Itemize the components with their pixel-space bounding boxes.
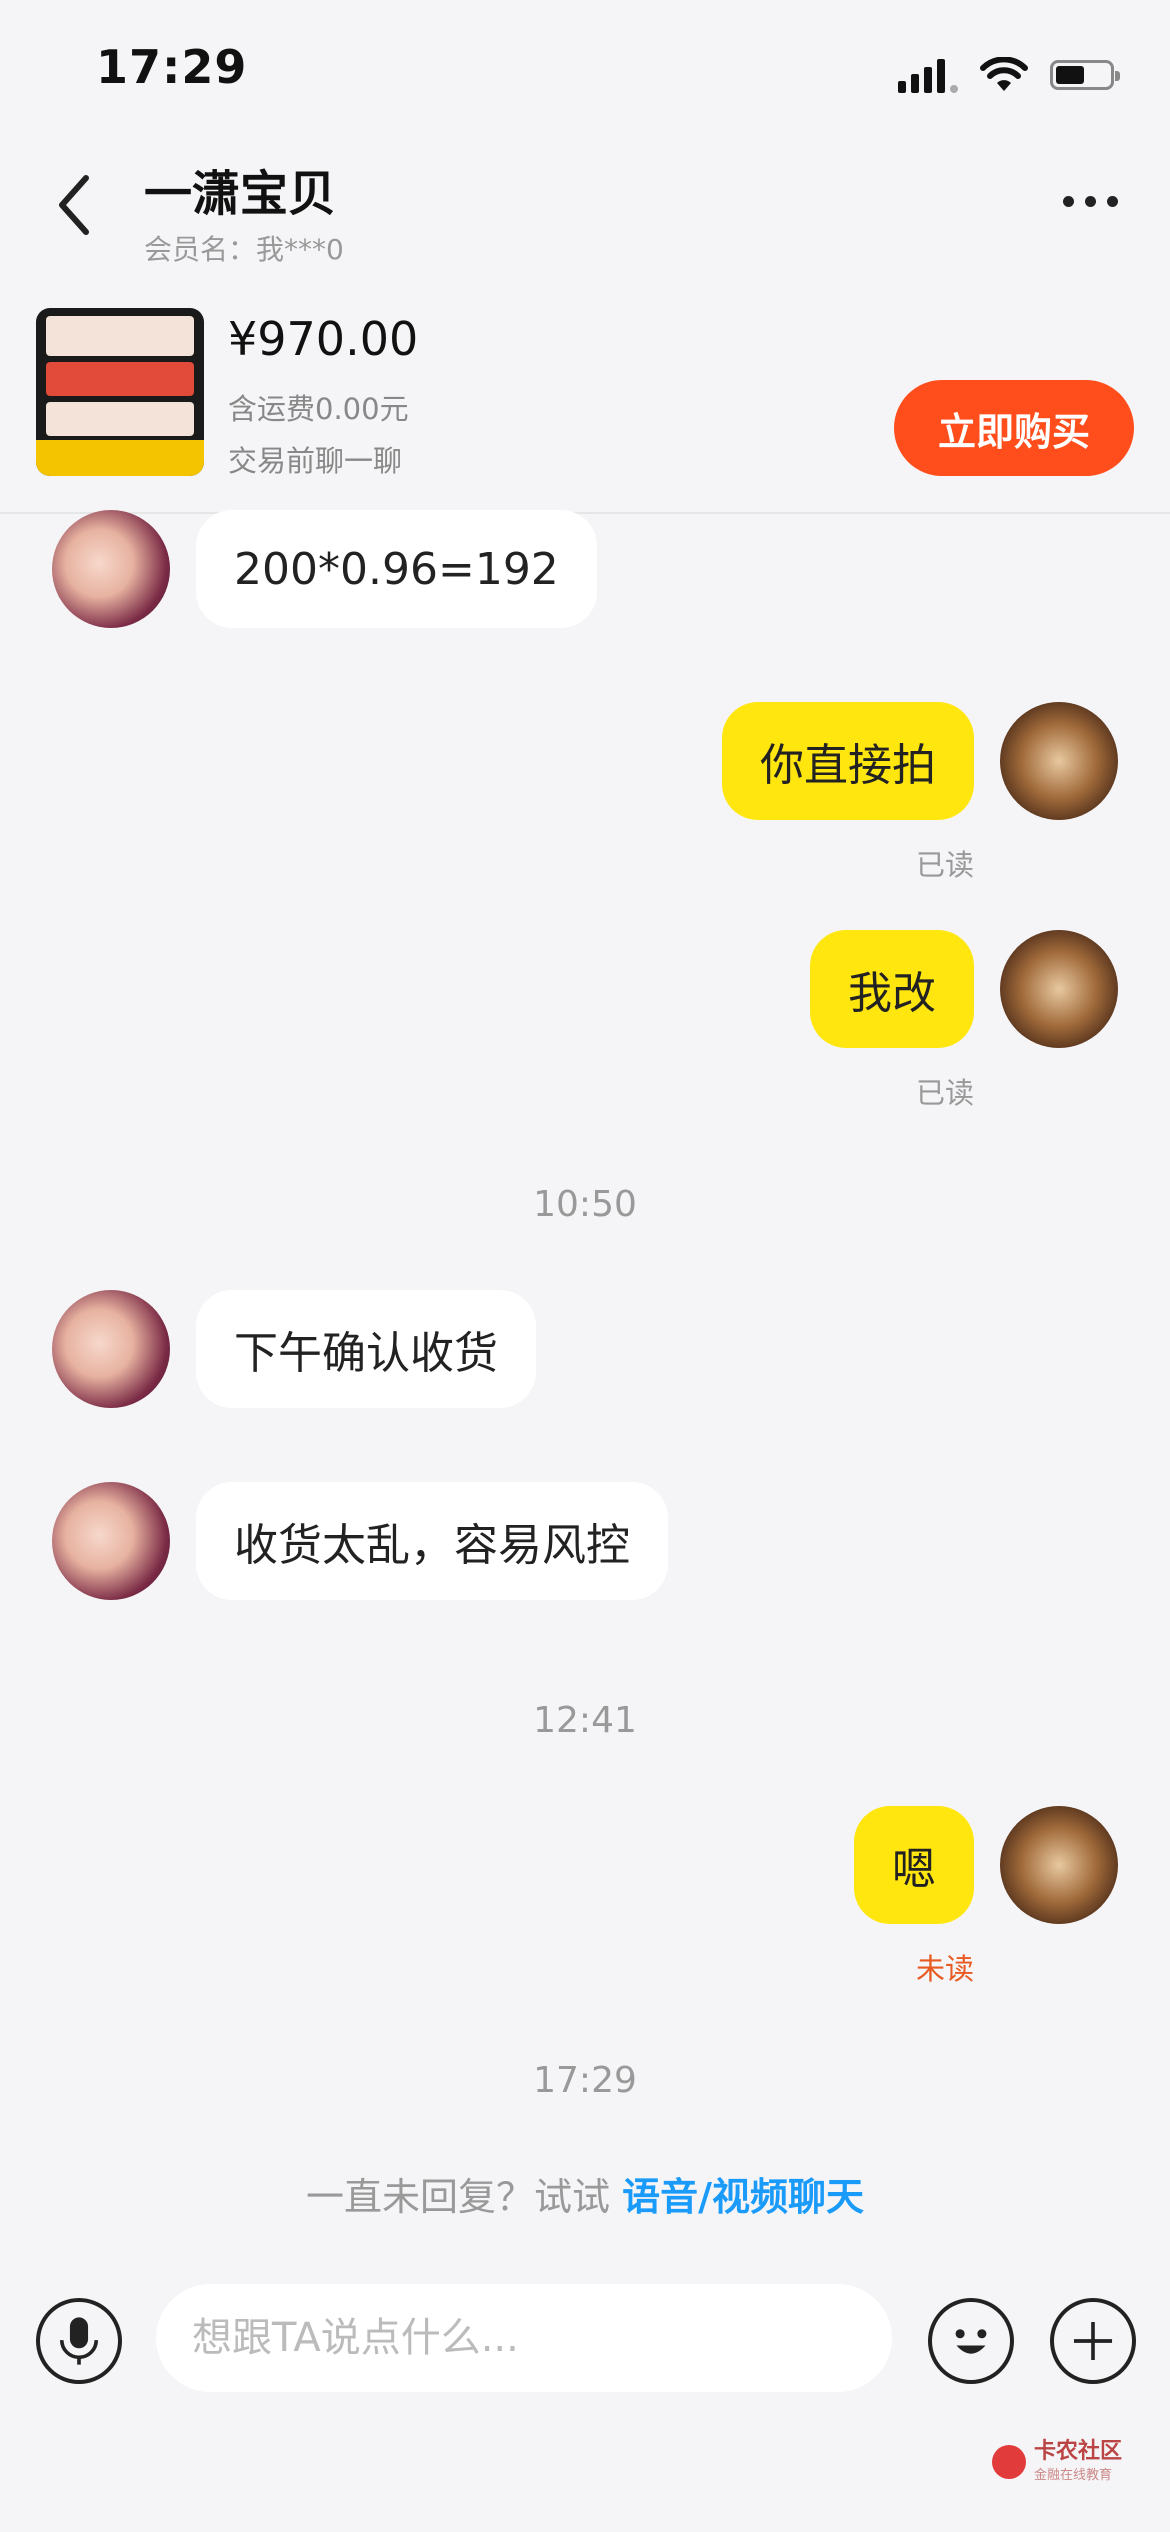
message-bubble[interactable]: 我改 [810, 930, 974, 1048]
emoji-icon[interactable] [928, 2298, 1014, 2384]
product-price: ¥970.00 [228, 312, 419, 366]
wifi-icon [980, 57, 1028, 91]
back-icon[interactable] [50, 170, 100, 240]
avatar[interactable] [52, 1482, 170, 1600]
message-bubble[interactable]: 嗯 [854, 1806, 974, 1924]
plus-icon[interactable] [1050, 2298, 1136, 2384]
avatar[interactable] [1000, 702, 1118, 820]
battery-icon [1050, 60, 1120, 90]
time-separator: 12:41 [533, 1700, 637, 1741]
member-name: 会员名：我***0 [144, 233, 344, 266]
product-thumbnail[interactable] [36, 308, 204, 476]
trade-note: 交易前聊一聊 [228, 444, 403, 478]
time-separator: 10:50 [533, 1184, 637, 1225]
watermark-slogan: 金融在线教育 [1033, 2468, 1112, 2484]
microphone-icon[interactable] [36, 2298, 122, 2384]
message-input[interactable] [156, 2284, 892, 2392]
message-bubble[interactable]: 你直接拍 [722, 702, 974, 820]
watermark-logo [991, 2444, 1026, 2479]
avatar[interactable] [52, 1290, 170, 1408]
message-bubble[interactable]: 收货太乱，容易风控 [196, 1482, 668, 1600]
watermark: 卡农社区 金融在线教育 [991, 2439, 1122, 2484]
time-separator: 17:29 [533, 2060, 637, 2101]
header-divider [0, 512, 1170, 514]
signal-icon [898, 57, 958, 93]
read-status: 已读 [915, 1076, 974, 1110]
avatar[interactable] [1000, 1806, 1118, 1924]
shipping-fee: 含运费0.00元 [228, 392, 409, 426]
buy-now-button[interactable]: 立即购买 [894, 380, 1134, 476]
status-time: 17:29 [96, 40, 248, 94]
watermark-name: 卡农社区 [1033, 2439, 1122, 2464]
message-bubble[interactable]: 200*0.96=192 [196, 510, 597, 628]
hint-text: 一直未回复？试试 [306, 2175, 623, 2219]
reply-hint: 一直未回复？试试 语音/视频聊天 [0, 2166, 1170, 2221]
message-bubble[interactable]: 下午确认收货 [196, 1290, 536, 1408]
chat-title: 一潇宝贝 [144, 166, 337, 222]
avatar[interactable] [1000, 930, 1118, 1048]
more-icon[interactable] [1063, 196, 1118, 207]
avatar[interactable] [52, 510, 170, 628]
voice-video-chat-link[interactable]: 语音/视频聊天 [622, 2175, 864, 2219]
unread-status: 未读 [915, 1952, 974, 1986]
read-status: 已读 [915, 848, 974, 882]
status-icons [898, 52, 1120, 98]
